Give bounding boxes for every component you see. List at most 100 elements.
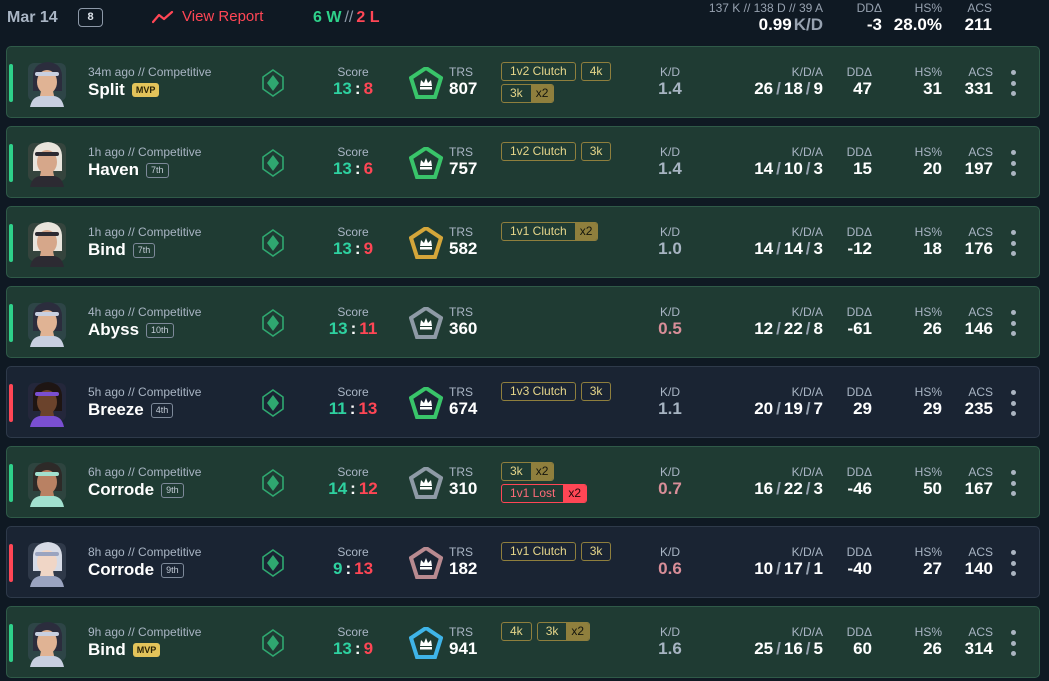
trend-line-icon [152,10,174,23]
rank-emerald-icon [262,229,284,257]
match-meta: 4h ago // Competitive [88,305,202,319]
more-dot [1010,651,1016,656]
highlight-tag: 4k [580,62,612,81]
hs-label: HS% [914,225,942,239]
more-options-button[interactable] [1005,69,1021,97]
kills: 10 [754,559,774,578]
hs-label: HS% [914,305,942,319]
match-meta: 34m ago // Competitive [88,65,212,79]
score-colon: : [345,559,352,578]
acs-label: ACS [968,225,993,239]
match-row[interactable]: 6h ago // Competitive Corrode 9th Score … [6,446,1040,518]
deaths: 19 [783,399,803,418]
kda-separator: / [776,239,781,258]
trs-crown-icon [409,147,443,179]
score-colon: : [354,79,361,98]
result-indicator [9,304,13,342]
dd-value: -61 [847,319,872,338]
match-row[interactable]: 9h ago // Competitive Bind MVP Score 13:… [6,606,1040,678]
enemy-score: 11 [359,319,378,338]
more-options-button[interactable] [1005,469,1021,497]
kills: 12 [754,319,774,338]
match-row[interactable]: 1h ago // Competitive Bind 7th Score 13:… [6,206,1040,278]
kd-value: 1.4 [658,79,682,98]
hs-value: 20 [923,159,942,178]
map-line: Corrode 9th [88,480,184,500]
team-score: 14 [328,479,348,498]
tag-label: 1v1 Clutch [510,224,567,238]
more-options-button[interactable] [1005,309,1021,337]
trs-value: 941 [449,639,478,658]
rank-emerald-icon [262,69,284,97]
more-options-button[interactable] [1005,549,1021,577]
overall-kd: 0.99 K/D [759,15,823,35]
rank-emerald-icon [262,629,284,657]
map-name: Corrode [88,480,155,499]
rank-emerald-icon [262,149,284,177]
placement-badge: 10th [146,322,174,338]
trs-label: TRS [449,65,473,79]
more-options-button[interactable] [1005,149,1021,177]
rank-emerald-icon [262,549,284,577]
kd-value: 1.1 [658,399,682,418]
score-colon: : [354,639,361,658]
header-hs-label: HS% [914,1,942,15]
tag-multiplier: x2 [530,463,554,480]
match-meta: 5h ago // Competitive [88,385,202,399]
agent-portrait-dark-skin [28,382,66,427]
kda-separator: / [805,559,811,578]
match-row[interactable]: 1h ago // Competitive Haven 7th Score 13… [6,126,1040,198]
overall-kd-value: 0.99 [758,15,792,34]
score-colon: : [349,399,356,418]
trs-value: 310 [449,479,478,498]
more-options-button[interactable] [1005,629,1021,657]
match-row[interactable]: 4h ago // Competitive Abyss 10th Score 1… [6,286,1040,358]
kd-label: K/D [659,465,680,479]
more-dot [1010,390,1016,395]
match-row[interactable]: 34m ago // Competitive Split MVP Score 1… [6,46,1040,118]
map-line: Breeze 4th [88,400,174,420]
tag-multiplier: x2 [574,223,598,240]
deaths: 18 [783,79,803,98]
acs-value: 331 [964,79,993,98]
header-acs-label: ACS [967,1,992,15]
dd-label: DDΔ [846,625,872,639]
tag-label: 3k [589,144,603,158]
total-kda: 137 K // 138 D // 39 A [708,1,823,15]
match-row[interactable]: 8h ago // Competitive Corrode 9th Score … [6,526,1040,598]
acs-value: 314 [964,639,993,658]
more-dot [1010,310,1016,315]
hs-value: 18 [923,239,942,258]
enemy-score: 13 [358,399,378,418]
more-options-button[interactable] [1005,389,1021,417]
map-name: Bind [88,240,126,259]
team-score: 11 [328,399,347,418]
result-indicator [9,384,13,422]
team-score: 13 [332,239,352,258]
result-indicator [9,544,13,582]
more-dot [1010,331,1016,336]
header-dd-value: -3 [866,15,882,34]
more-options-button[interactable] [1005,229,1021,257]
match-score: 9:13 [321,559,385,579]
hs-label: HS% [914,625,942,639]
dd-value: -12 [847,239,872,258]
view-report-button[interactable]: View Report [152,8,263,25]
dd-label: DDΔ [846,65,872,79]
trs-value: 360 [449,319,478,338]
kd-label: K/D [659,385,680,399]
kd-label: K/D [659,305,680,319]
header-acs-value: 211 [964,15,992,34]
map-line: Bind 7th [88,240,156,260]
team-score: 13 [328,319,348,338]
trs-crown-icon [409,307,443,339]
header-stat-dd: DDΔ -3 [857,1,882,35]
match-row[interactable]: 5h ago // Competitive Breeze 4th Score 1… [6,366,1040,438]
map-name: Corrode [88,560,155,579]
trs-label: TRS [449,625,473,639]
dd-value: 29 [853,399,872,418]
kda-separator: / [776,319,781,338]
hs-value: 29 [923,399,942,418]
highlight-tag: 3k x2 [501,84,555,103]
more-dot [1010,80,1016,86]
